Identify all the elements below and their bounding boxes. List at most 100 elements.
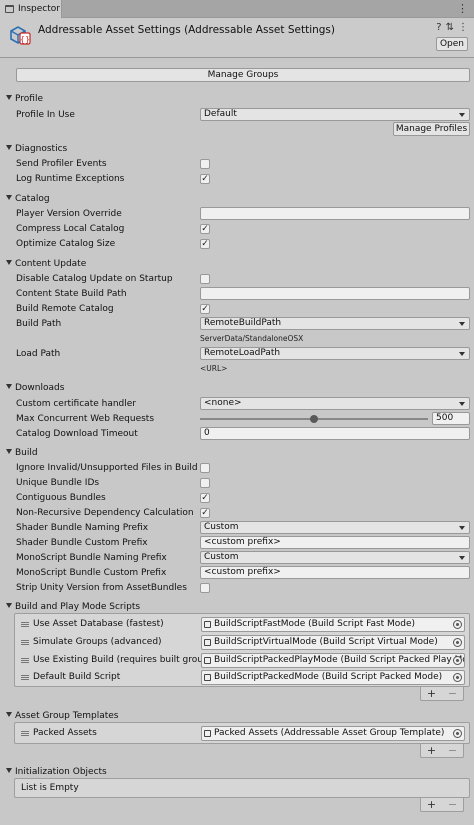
content-state-build-path-input[interactable] <box>200 287 470 300</box>
remove-icon[interactable]: − <box>448 688 457 699</box>
object-picker-icon[interactable] <box>453 673 462 682</box>
object-picker-icon[interactable] <box>453 620 462 629</box>
ignore-invalid-files-toggle[interactable] <box>200 463 210 473</box>
foldout-arrow-icon <box>6 145 12 150</box>
foldout-arrow-icon <box>6 768 12 773</box>
section-content-update[interactable]: Content Update <box>6 258 86 270</box>
load-path-dropdown[interactable]: RemoteLoadPath <box>200 347 470 360</box>
section-initialization-objects[interactable]: Initialization Objects <box>6 766 107 778</box>
section-downloads[interactable]: Downloads <box>6 382 64 394</box>
max-concurrent-slider-thumb[interactable] <box>310 415 318 423</box>
section-build-play-mode-label: Build and Play Mode Scripts <box>15 602 141 612</box>
drag-handle-icon[interactable] <box>21 622 29 627</box>
contiguous-bundles-label: Contiguous Bundles <box>16 493 106 503</box>
inspector-content: Manage Groups Profile Profile In Use Def… <box>0 59 474 825</box>
add-icon[interactable]: + <box>427 799 436 810</box>
object-picker-icon[interactable] <box>453 656 462 665</box>
load-path-label: Load Path <box>16 349 61 359</box>
manage-profiles-button[interactable]: Manage Profiles <box>393 122 470 136</box>
shader-bundle-custom-prefix-label: Shader Bundle Custom Prefix <box>16 538 148 548</box>
strip-unity-version-label: Strip Unity Version from AssetBundles <box>16 583 187 593</box>
section-build[interactable]: Build <box>6 447 38 459</box>
section-diagnostics[interactable]: Diagnostics <box>6 143 67 155</box>
section-downloads-label: Downloads <box>15 383 65 393</box>
section-build-play-mode[interactable]: Build and Play Mode Scripts <box>6 601 140 613</box>
section-asset-group-templates[interactable]: Asset Group Templates <box>6 710 118 722</box>
build-remote-catalog-toggle[interactable]: ✓ <box>200 304 210 314</box>
section-diagnostics-label: Diagnostics <box>15 144 68 154</box>
optimize-catalog-size-label: Optimize Catalog Size <box>16 239 116 249</box>
scriptable-object-icon <box>204 639 211 646</box>
send-profiler-events-toggle[interactable] <box>200 159 210 169</box>
help-icon[interactable]: ? <box>436 22 441 33</box>
drag-handle-icon[interactable] <box>21 640 29 645</box>
section-asset-group-templates-label: Asset Group Templates <box>15 711 119 721</box>
inspector-icon <box>5 5 14 13</box>
tab-inspector-label: Inspector <box>18 4 60 14</box>
object-picker-icon[interactable] <box>453 638 462 647</box>
remove-icon[interactable]: − <box>448 745 457 756</box>
shader-bundle-custom-prefix-input[interactable]: <custom prefix> <box>200 536 470 549</box>
tab-menu-icon[interactable]: ⋮ <box>457 3 468 14</box>
build-path-dropdown[interactable]: RemoteBuildPath <box>200 317 470 330</box>
build-script-fast-mode-field[interactable]: BuildScriptFastMode (Build Script Fast M… <box>201 617 465 632</box>
tab-inspector[interactable]: Inspector <box>0 0 62 18</box>
log-runtime-exceptions-label: Log Runtime Exceptions <box>16 174 125 184</box>
profile-in-use-label: Profile In Use <box>16 110 75 120</box>
foldout-arrow-icon <box>6 603 12 608</box>
drag-handle-icon[interactable] <box>21 675 29 680</box>
section-profile[interactable]: Profile <box>6 93 43 105</box>
build-path-label: Build Path <box>16 319 62 329</box>
disable-catalog-update-toggle[interactable] <box>200 274 210 284</box>
remove-icon[interactable]: − <box>448 799 457 810</box>
drag-handle-icon[interactable] <box>21 731 29 736</box>
section-profile-label: Profile <box>15 94 43 104</box>
drag-handle-icon[interactable] <box>21 658 29 663</box>
player-version-override-input[interactable] <box>200 207 470 220</box>
monoscript-bundle-naming-prefix-dropdown[interactable]: Custom <box>200 551 470 564</box>
build-remote-catalog-label: Build Remote Catalog <box>16 304 114 314</box>
object-field-value: BuildScriptVirtualMode (Build Script Vir… <box>214 637 438 647</box>
non-recursive-dependency-toggle[interactable]: ✓ <box>200 508 210 518</box>
dropdown-arrow-icon <box>459 113 465 117</box>
section-catalog[interactable]: Catalog <box>6 193 50 205</box>
tab-bar: Inspector ⋮ <box>0 0 474 18</box>
manage-groups-button[interactable]: Manage Groups <box>16 68 470 82</box>
list-item-label: Use Existing Build (requires built group… <box>33 655 217 665</box>
load-path-resolved: <URL> <box>200 364 228 373</box>
scriptable-object-icon <box>204 674 211 681</box>
packed-assets-template-field[interactable]: Packed Assets (Addressable Asset Group T… <box>201 726 465 741</box>
foldout-arrow-icon <box>6 260 12 265</box>
preset-icon[interactable]: ⇅ <box>446 22 454 33</box>
monoscript-bundle-custom-prefix-label: MonoScript Bundle Custom Prefix <box>16 568 167 578</box>
more-icon[interactable]: ⋮ <box>458 22 468 33</box>
object-field-value: Packed Assets (Addressable Asset Group T… <box>214 728 445 738</box>
compress-local-catalog-toggle[interactable]: ✓ <box>200 224 210 234</box>
header-tools: ? ⇅ ⋮ <box>436 22 468 33</box>
build-path-resolved: ServerData/StandaloneOSX <box>200 334 304 343</box>
custom-certificate-handler-dropdown[interactable]: <none> <box>200 397 470 410</box>
add-icon[interactable]: + <box>427 688 436 699</box>
open-button[interactable]: Open <box>436 37 468 51</box>
contiguous-bundles-toggle[interactable]: ✓ <box>200 493 210 503</box>
unique-bundle-ids-toggle[interactable] <box>200 478 210 488</box>
monoscript-bundle-custom-prefix-input[interactable]: <custom prefix> <box>200 566 470 579</box>
max-concurrent-web-requests-input[interactable]: 500 <box>432 412 470 425</box>
profile-in-use-dropdown[interactable]: Default <box>200 108 470 121</box>
foldout-arrow-icon <box>6 384 12 389</box>
log-runtime-exceptions-toggle[interactable]: ✓ <box>200 174 210 184</box>
shader-bundle-naming-prefix-dropdown[interactable]: Custom <box>200 521 470 534</box>
build-script-packed-play-mode-field[interactable]: BuildScriptPackedPlayMode (Build Script … <box>201 653 465 668</box>
optimize-catalog-size-toggle[interactable]: ✓ <box>200 239 210 249</box>
dropdown-arrow-icon <box>459 402 465 406</box>
initialization-objects-list: List is Empty <box>14 778 470 798</box>
build-script-virtual-mode-field[interactable]: BuildScriptVirtualMode (Build Script Vir… <box>201 635 465 650</box>
build-script-packed-mode-field[interactable]: BuildScriptPackedMode (Build Script Pack… <box>201 670 465 685</box>
strip-unity-version-toggle[interactable] <box>200 583 210 593</box>
svg-text:{}: {} <box>20 35 30 44</box>
custom-certificate-handler-value: <none> <box>204 398 242 408</box>
object-picker-icon[interactable] <box>453 729 462 738</box>
add-icon[interactable]: + <box>427 745 436 756</box>
scriptable-object-icon <box>204 621 211 628</box>
catalog-download-timeout-input[interactable]: 0 <box>200 427 470 440</box>
